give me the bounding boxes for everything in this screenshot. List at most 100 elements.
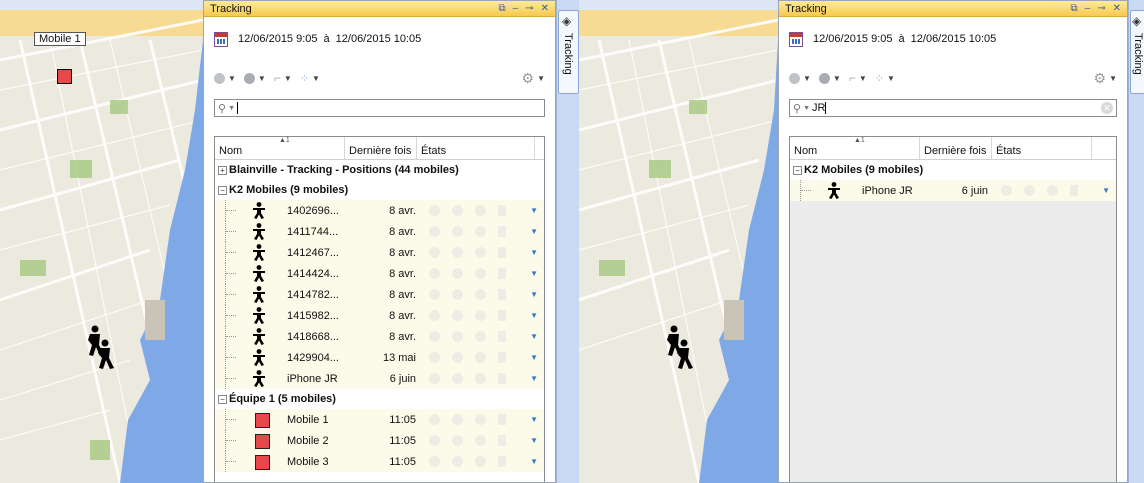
- toolbar: ▼ ▼ ⌐ ▼ ⁘ ▼ ⚙ ▼: [779, 63, 1127, 93]
- route-icon[interactable]: ⌐ ▼: [849, 71, 867, 85]
- text-caret: [825, 102, 827, 115]
- map-canvas: [0, 0, 203, 483]
- hierarchy-icon[interactable]: ⁘ ▼: [875, 72, 895, 85]
- row-menu-arrow-icon[interactable]: ▼: [530, 374, 538, 383]
- row-menu-arrow-icon[interactable]: ▼: [530, 248, 538, 257]
- route-icon[interactable]: ⌐ ▼: [274, 71, 292, 85]
- group-k2-mobiles[interactable]: − K2 Mobiles (9 mobiles): [215, 180, 544, 200]
- date-to[interactable]: 12/06/2015 10:05: [911, 33, 997, 45]
- gear-icon[interactable]: ⚙ ▼: [522, 70, 545, 87]
- pin-icon[interactable]: ⊸: [1097, 3, 1105, 14]
- position-ball-icon[interactable]: ▼: [818, 72, 841, 84]
- mobile-name: 1402696...: [287, 204, 339, 217]
- group-equipe-1[interactable]: − Équipe 1 (5 mobiles): [215, 389, 544, 409]
- last-seen: 8 avr.: [389, 330, 416, 343]
- row-menu-arrow-icon[interactable]: ▼: [530, 353, 538, 362]
- last-seen: 8 avr.: [389, 267, 416, 280]
- map-marker-walker-icon[interactable]: [665, 325, 695, 370]
- minimize-icon[interactable]: –: [513, 3, 519, 14]
- layer-ball-icon[interactable]: ▼: [789, 72, 811, 84]
- row-menu-arrow-icon[interactable]: ▼: [530, 269, 538, 278]
- row-menu-arrow-icon[interactable]: ▼: [530, 206, 538, 215]
- tracking-icon: ◈: [1132, 14, 1142, 28]
- close-icon[interactable]: ✕: [1113, 3, 1121, 14]
- tree-row[interactable]: Mobile 3 11:05 ▼: [215, 451, 544, 472]
- map-view-left[interactable]: Mobile 1: [0, 0, 203, 483]
- column-nom[interactable]: Nom ▲1: [215, 137, 345, 159]
- column-derniere-fois[interactable]: Dernière fois: [920, 137, 992, 159]
- mobile-name: 1412467...: [287, 246, 339, 259]
- column-etats[interactable]: États: [992, 137, 1092, 159]
- map-view-right[interactable]: [579, 0, 778, 483]
- row-menu-arrow-icon[interactable]: ▼: [530, 311, 538, 320]
- group-blainville[interactable]: + Blainville - Tracking - Positions (44 m…: [215, 160, 544, 180]
- date-from[interactable]: 12/06/2015 9:05: [813, 33, 893, 45]
- search-input[interactable]: ⚲ ▼ JR ✕: [789, 99, 1117, 117]
- pin-icon[interactable]: ⊸: [525, 3, 533, 14]
- map-marker-square[interactable]: [57, 69, 72, 84]
- gear-icon[interactable]: ⚙ ▼: [1094, 70, 1117, 87]
- collapse-icon[interactable]: −: [218, 394, 227, 404]
- map-marker-walker-icon[interactable]: [86, 325, 116, 370]
- column-nom[interactable]: Nom ▲1: [790, 137, 920, 159]
- calendar-icon[interactable]: [214, 31, 228, 47]
- float-icon[interactable]: ⧉: [499, 3, 506, 14]
- position-ball-icon[interactable]: ▼: [243, 72, 266, 84]
- tree-row[interactable]: 1411744... 8 avr. ▼: [215, 221, 544, 242]
- date-to[interactable]: 12/06/2015 10:05: [336, 33, 422, 45]
- tree-row[interactable]: 1414424... 8 avr. ▼: [215, 263, 544, 284]
- tree-row[interactable]: 1429904... 13 mai ▼: [215, 347, 544, 368]
- clear-search-icon[interactable]: ✕: [1101, 102, 1113, 114]
- walker-icon: [253, 370, 265, 387]
- row-menu-arrow-icon[interactable]: ▼: [530, 457, 538, 466]
- state-icons: [429, 226, 518, 237]
- last-seen: 8 avr.: [389, 309, 416, 322]
- row-menu-arrow-icon[interactable]: ▼: [530, 415, 538, 424]
- mobile-name: 1414782...: [287, 288, 339, 301]
- walker-icon: [253, 349, 265, 366]
- date-separator: à: [898, 33, 905, 45]
- last-seen: 8 avr.: [389, 204, 416, 217]
- column-etats[interactable]: États: [417, 137, 535, 159]
- minimize-icon[interactable]: –: [1085, 3, 1091, 14]
- calendar-icon[interactable]: [789, 31, 803, 47]
- tree-row[interactable]: 1418668... 8 avr. ▼: [215, 326, 544, 347]
- date-separator: à: [323, 33, 330, 45]
- tree-row[interactable]: iPhone JR 6 juin ▼: [215, 368, 544, 389]
- tree-row[interactable]: 1412467... 8 avr. ▼: [215, 242, 544, 263]
- row-menu-arrow-icon[interactable]: ▼: [530, 227, 538, 236]
- tree-row[interactable]: 1415982... 8 avr. ▼: [215, 305, 544, 326]
- side-tab-tracking[interactable]: ◈ Tracking: [558, 10, 579, 94]
- row-menu-arrow-icon[interactable]: ▼: [530, 290, 538, 299]
- state-icons: [429, 205, 518, 216]
- collapse-icon[interactable]: −: [793, 165, 802, 175]
- walker-icon: [253, 223, 265, 240]
- hierarchy-icon[interactable]: ⁘ ▼: [300, 72, 320, 85]
- mobile-tree: Nom ▲1 Dernière fois États + Blainville - …: [214, 136, 545, 482]
- tree-row[interactable]: iPhone JR 6 juin ▼: [790, 180, 1116, 201]
- column-derniere-fois[interactable]: Dernière fois: [345, 137, 417, 159]
- tree-row[interactable]: 1402696... 8 avr. ▼: [215, 200, 544, 221]
- mobile-name: 1415982...: [287, 309, 339, 322]
- layer-ball-icon[interactable]: ▼: [214, 72, 236, 84]
- collapse-icon[interactable]: −: [218, 185, 227, 195]
- date-from[interactable]: 12/06/2015 9:05: [238, 33, 318, 45]
- map-canvas: [579, 0, 778, 483]
- row-menu-arrow-icon[interactable]: ▼: [530, 332, 538, 341]
- tree-row[interactable]: Mobile 2 11:05 ▼: [215, 430, 544, 451]
- close-icon[interactable]: ✕: [541, 3, 549, 14]
- side-tab-tracking[interactable]: ◈ Tracking: [1130, 10, 1144, 94]
- row-menu-arrow-icon[interactable]: ▼: [530, 436, 538, 445]
- search-input[interactable]: ⚲ ▼: [214, 99, 545, 117]
- tree-header: Nom ▲1 Dernière fois États: [215, 137, 544, 160]
- float-icon[interactable]: ⧉: [1071, 3, 1078, 14]
- tree-row[interactable]: 1414782... 8 avr. ▼: [215, 284, 544, 305]
- group-k2-mobiles[interactable]: − K2 Mobiles (9 mobiles): [790, 160, 1116, 180]
- expand-icon[interactable]: +: [218, 165, 227, 175]
- mobile-square-icon: [255, 455, 270, 470]
- tree-row[interactable]: Mobile 1 11:05 ▼: [215, 409, 544, 430]
- walker-icon: [253, 328, 265, 345]
- row-menu-arrow-icon[interactable]: ▼: [1102, 186, 1110, 195]
- text-caret: [237, 102, 238, 115]
- mobile-name: iPhone JR: [287, 372, 338, 385]
